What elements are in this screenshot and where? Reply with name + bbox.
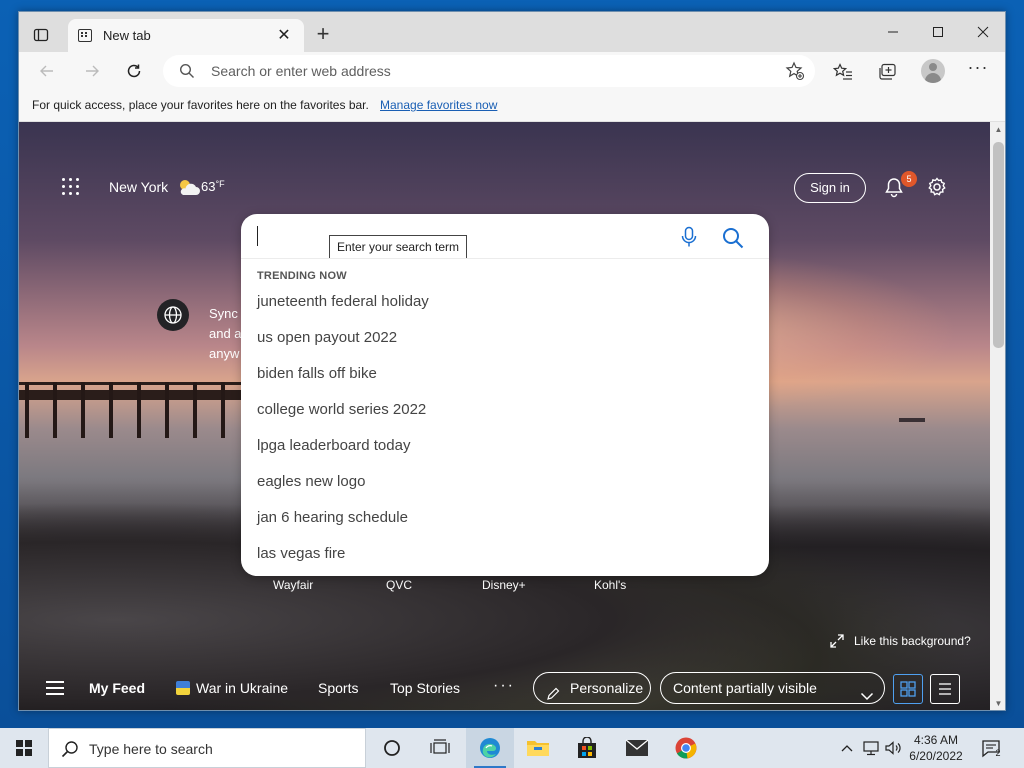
scroll-up-arrow[interactable]: ▲	[990, 122, 1005, 138]
close-icon[interactable]: ✕	[274, 25, 294, 45]
notification-count: 2	[995, 748, 1001, 758]
browser-toolbar: Search or enter web address ···	[19, 52, 1005, 90]
tab-title: New tab	[103, 28, 151, 43]
suggestion-item[interactable]: eagles new logo	[257, 473, 365, 490]
notification-badge: 5	[901, 171, 917, 187]
taskbar: Type here to search 4:36 AM 6/20/2022 2	[0, 728, 1024, 768]
search-icon[interactable]	[721, 226, 745, 250]
windows-start-icon[interactable]	[0, 728, 48, 768]
profile-icon[interactable]	[921, 59, 945, 83]
chevron-down-icon	[860, 682, 874, 701]
personalize-button[interactable]: Personalize	[533, 672, 651, 704]
taskbar-search-box[interactable]: Type here to search	[48, 728, 366, 768]
tab-bar: New tab ✕ +	[19, 12, 1005, 52]
suggestion-item[interactable]: jan 6 hearing schedule	[257, 509, 408, 526]
feed-tab-war-in-ukraine[interactable]: War in Ukraine	[176, 680, 288, 696]
list-view-icon[interactable]	[930, 674, 960, 704]
hamburger-icon[interactable]	[46, 681, 64, 695]
like-background-link[interactable]: Like this background?	[854, 634, 971, 648]
maximize-icon[interactable]	[916, 18, 960, 46]
window-close-icon[interactable]	[961, 18, 1005, 46]
tab-new-tab[interactable]: New tab ✕	[68, 19, 304, 52]
feed-tab-sports[interactable]: Sports	[318, 680, 358, 696]
background-pier	[19, 382, 259, 442]
favorites-bar-message: For quick access, place your favorites h…	[32, 98, 369, 112]
favorites-icon[interactable]	[830, 60, 856, 84]
scroll-down-arrow[interactable]: ▼	[990, 696, 1005, 710]
add-favorite-icon[interactable]	[785, 61, 805, 86]
trending-label: TRENDING NOW	[257, 270, 347, 282]
address-bar[interactable]: Search or enter web address	[163, 55, 815, 87]
refresh-icon[interactable]	[119, 58, 149, 84]
microphone-icon[interactable]	[679, 226, 699, 248]
scrollbar-thumb[interactable]	[993, 142, 1004, 348]
feed-tab-top-stories[interactable]: Top Stories	[390, 680, 460, 696]
browser-window: New tab ✕ + Search or enter web address	[18, 11, 1006, 711]
quick-link-kohls[interactable]: Kohl's	[594, 578, 626, 592]
quick-link-qvc[interactable]: QVC	[386, 578, 412, 592]
more-icon[interactable]: ···	[493, 677, 515, 695]
chrome-icon[interactable]	[662, 728, 710, 768]
weather-temperature: 63°F	[201, 179, 225, 194]
cortana-icon[interactable]	[368, 728, 416, 768]
weather-city[interactable]: New York	[109, 179, 168, 195]
flag-icon	[176, 681, 190, 695]
search-icon	[61, 740, 79, 763]
text-caret	[257, 226, 258, 246]
address-placeholder: Search or enter web address	[211, 63, 391, 79]
suggestion-item[interactable]: biden falls off bike	[257, 365, 377, 382]
page-scrollbar[interactable]: ▲ ▼	[990, 122, 1005, 710]
weather-icon	[175, 176, 201, 198]
tab-actions-icon[interactable]	[27, 22, 55, 48]
system-clock[interactable]: 4:36 AM 6/20/2022	[904, 732, 968, 764]
back-arrow-icon[interactable]	[32, 58, 62, 84]
quick-link-wayfair[interactable]: Wayfair	[273, 578, 313, 592]
mail-icon[interactable]	[613, 728, 661, 768]
search-icon	[179, 63, 195, 84]
manage-favorites-link[interactable]: Manage favorites now	[380, 98, 497, 112]
grid-view-icon[interactable]	[893, 674, 923, 704]
clock-date: 6/20/2022	[909, 749, 963, 763]
suggestion-item[interactable]: las vegas fire	[257, 545, 345, 562]
suggestion-item[interactable]: us open payout 2022	[257, 329, 397, 346]
collections-icon[interactable]	[874, 60, 900, 84]
suggestion-item[interactable]: lpga leaderboard today	[257, 437, 410, 454]
chevron-up-icon[interactable]	[838, 740, 856, 756]
expand-icon[interactable]	[830, 634, 844, 648]
pencil-icon	[546, 681, 560, 700]
minimize-icon[interactable]	[871, 18, 915, 46]
forward-arrow-icon[interactable]	[77, 58, 107, 84]
search-divider	[241, 258, 769, 259]
apps-grid-icon[interactable]	[62, 178, 80, 196]
taskbar-search-placeholder: Type here to search	[89, 741, 213, 757]
file-explorer-icon[interactable]	[514, 728, 562, 768]
edge-icon[interactable]	[466, 728, 514, 768]
plus-icon[interactable]: +	[309, 21, 337, 49]
suggestion-item[interactable]: juneteenth federal holiday	[257, 293, 429, 310]
more-icon[interactable]: ···	[965, 58, 991, 82]
network-icon[interactable]	[862, 740, 880, 756]
clock-time: 4:36 AM	[913, 733, 959, 747]
gear-icon[interactable]	[926, 176, 948, 198]
sign-in-button[interactable]: Sign in	[794, 173, 866, 203]
search-tooltip: Enter your search term	[329, 235, 468, 259]
store-icon[interactable]	[563, 728, 611, 768]
feed-bar: My Feed War in Ukraine Sports Top Storie…	[19, 665, 990, 710]
content-visibility-dropdown[interactable]: Content partially visible	[660, 672, 885, 704]
new-tab-favicon	[78, 29, 92, 42]
favorites-bar: For quick access, place your favorites h…	[19, 90, 1005, 122]
quick-link-disney[interactable]: Disney+	[482, 578, 526, 592]
task-view-icon[interactable]	[416, 728, 464, 768]
feed-tab-my-feed[interactable]: My Feed	[89, 680, 145, 696]
suggestion-item[interactable]: college world series 2022	[257, 401, 426, 418]
globe-icon	[157, 299, 189, 331]
new-tab-page: New York 63°F Sign in 5 Sync and a anyw …	[19, 122, 990, 710]
volume-icon[interactable]	[884, 740, 902, 756]
background-distant-pier	[899, 418, 925, 422]
weather-unit: °F	[215, 179, 225, 189]
search-panel: Enter your search term TRENDING NOW june…	[241, 214, 769, 576]
